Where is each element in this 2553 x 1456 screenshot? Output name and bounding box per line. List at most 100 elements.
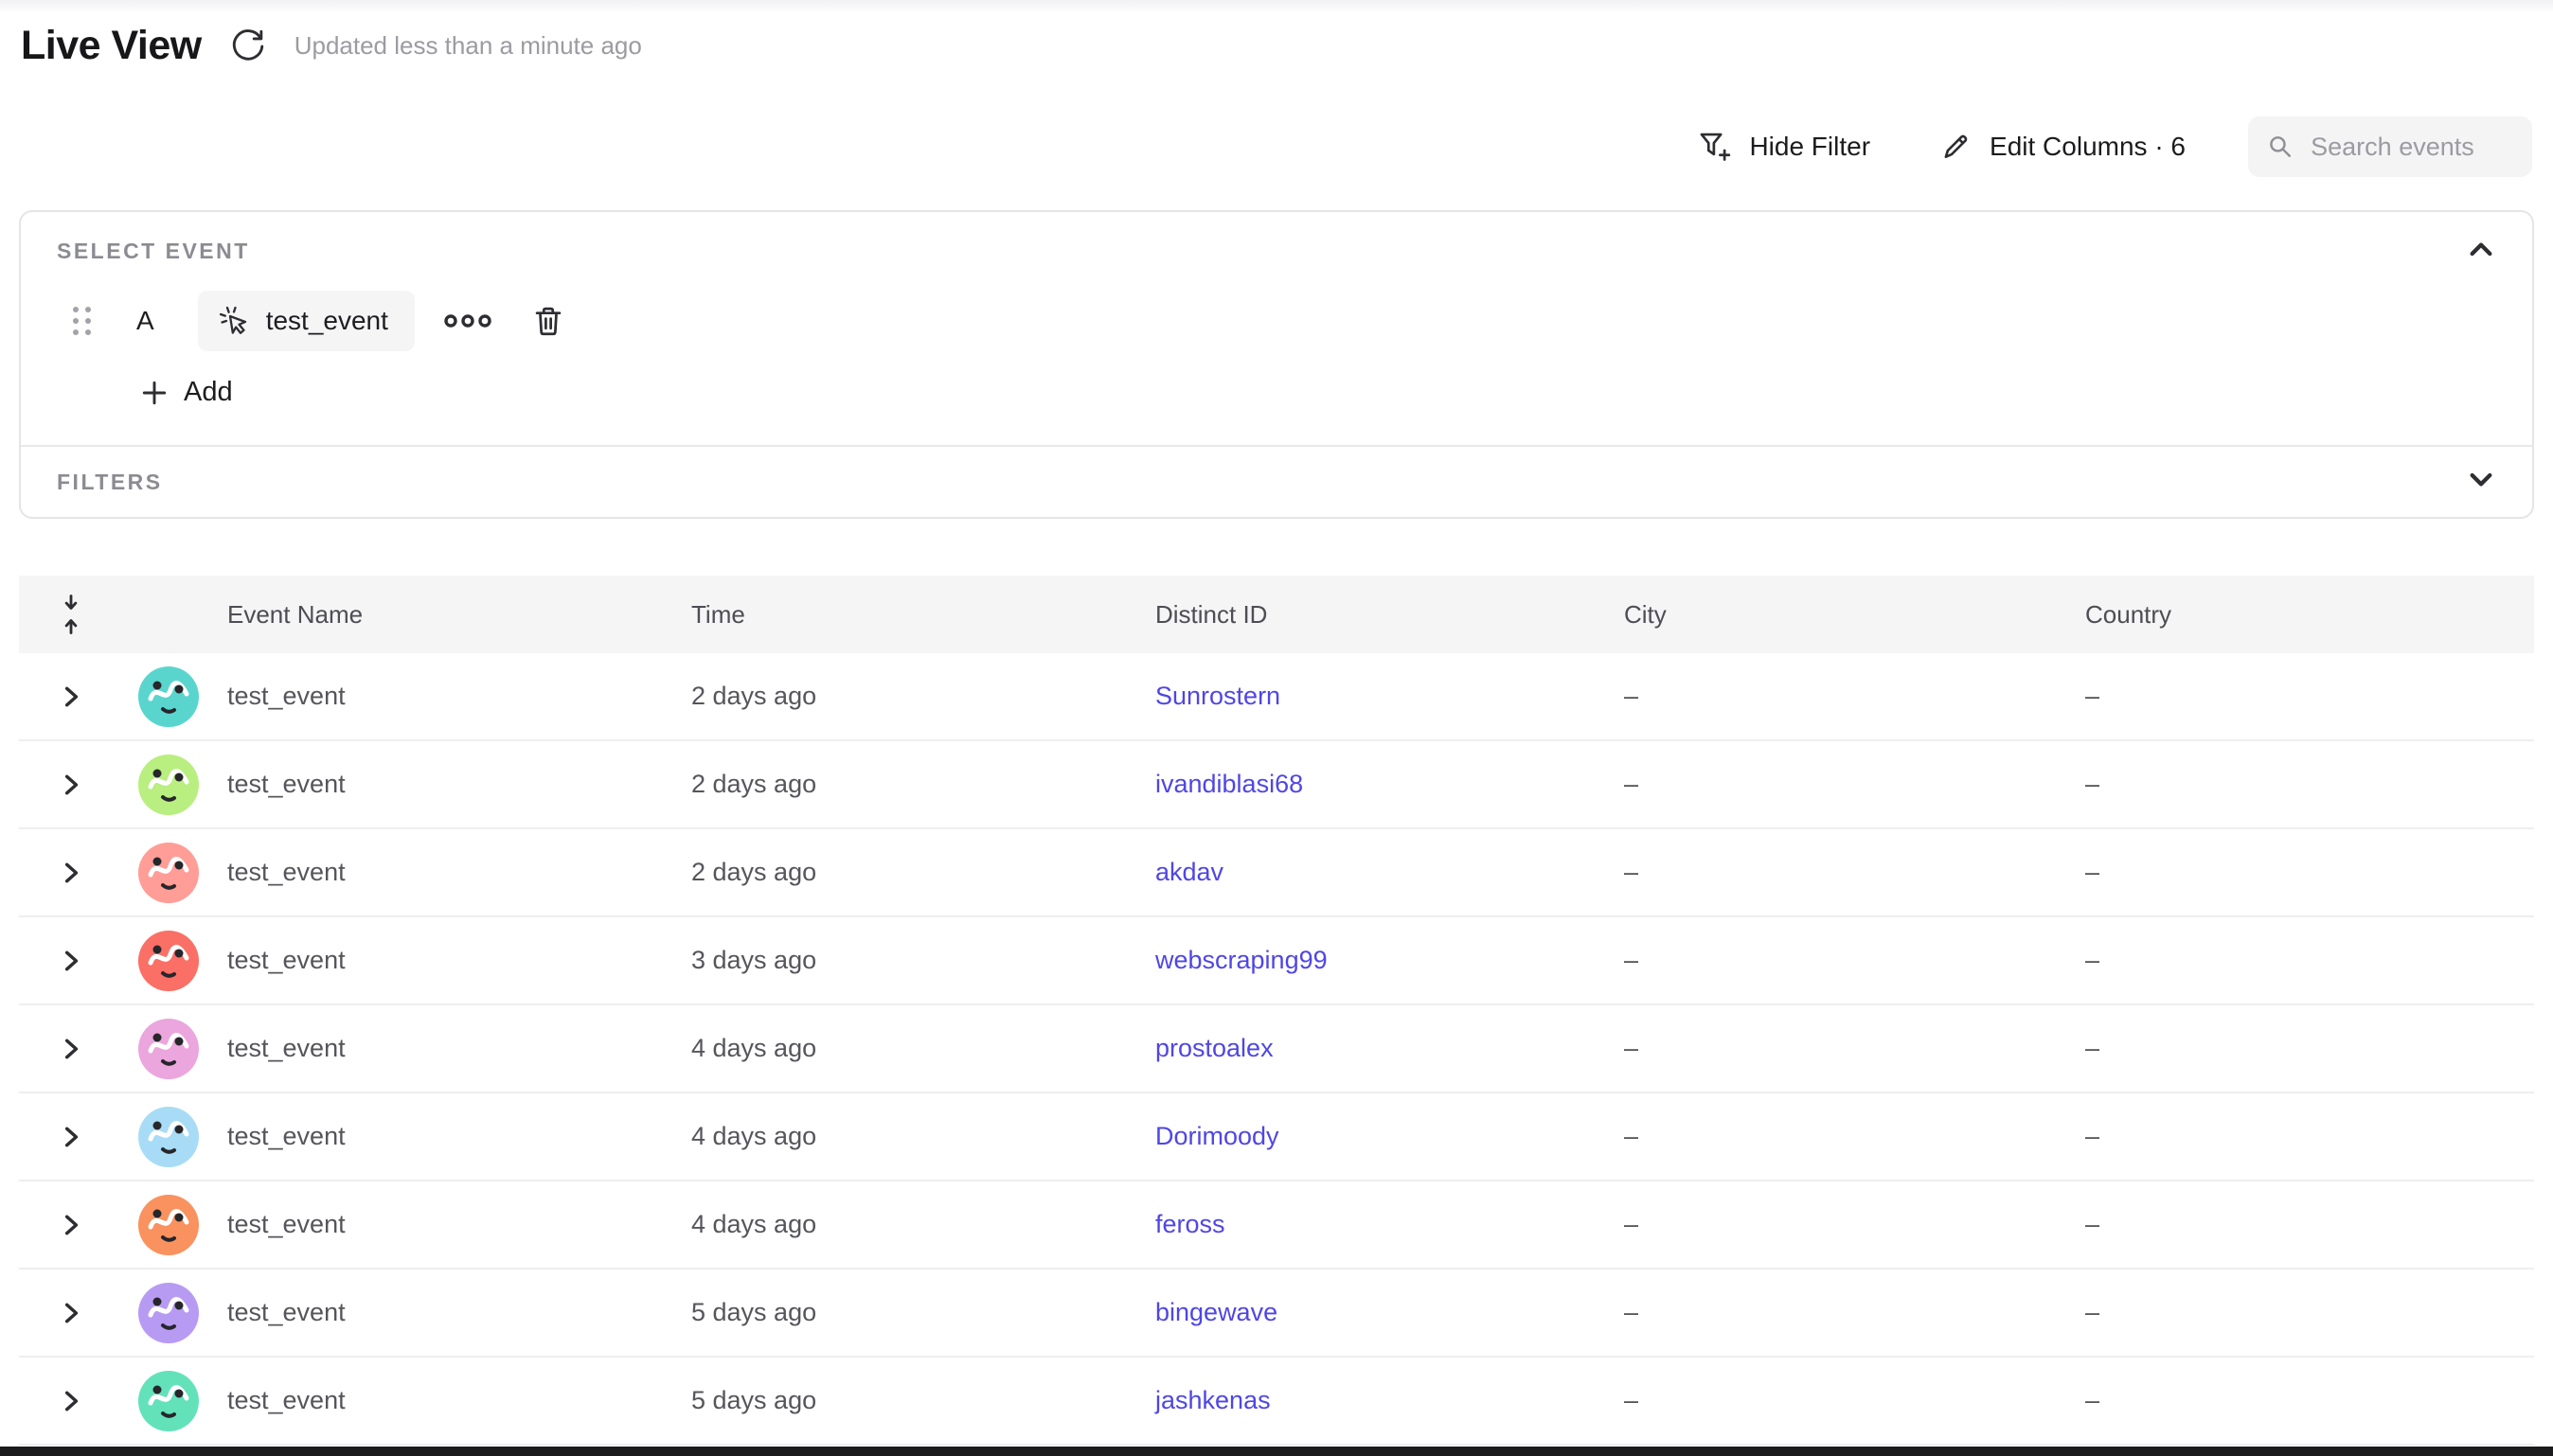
add-label: Add — [184, 377, 233, 408]
chevron-right-icon — [59, 1213, 83, 1237]
city-cell: – — [1605, 858, 2066, 887]
expand-row-button[interactable] — [59, 684, 83, 709]
chevron-right-icon — [59, 949, 83, 973]
table-row[interactable]: test_event 5 days ago jashkenas – – — [19, 1358, 2534, 1446]
city-cell: – — [1605, 1210, 2066, 1239]
avatar-face-icon — [138, 755, 199, 815]
table-row[interactable]: test_event 2 days ago ivandiblasi68 – – — [19, 741, 2534, 829]
table-row[interactable]: test_event 4 days ago prostoalex – – — [19, 1005, 2534, 1093]
expand-row-button[interactable] — [59, 861, 83, 885]
hide-filter-label: Hide Filter — [1749, 132, 1870, 162]
city-cell: – — [1605, 1122, 2066, 1151]
page-header: Live View Updated less than a minute ago — [21, 23, 642, 69]
chevron-right-icon — [59, 1301, 83, 1325]
time-cell: 5 days ago — [672, 1386, 1136, 1415]
avatar-face-icon — [138, 1371, 199, 1431]
distinct-id-link[interactable]: bingewave — [1155, 1298, 1277, 1326]
event-letter-label: A — [136, 306, 154, 336]
time-cell: 4 days ago — [672, 1122, 1136, 1151]
country-cell: – — [2066, 1210, 2534, 1239]
distinct-id-link[interactable]: Dorimoody — [1155, 1122, 1279, 1150]
expand-row-button[interactable] — [59, 1125, 83, 1149]
search-events-box[interactable] — [2248, 116, 2532, 177]
column-header-city: City — [1605, 600, 2066, 630]
delete-event-button[interactable] — [530, 303, 566, 339]
chevron-up-icon — [2466, 235, 2496, 265]
event-name-cell: test_event — [213, 1210, 672, 1239]
toolbar: Hide Filter Edit Columns · 6 — [1692, 115, 2532, 178]
query-builder-card: SELECT EVENT A test_event — [19, 210, 2534, 519]
table-row[interactable]: test_event 5 days ago bingewave – – — [19, 1270, 2534, 1358]
expand-row-button[interactable] — [59, 949, 83, 973]
table-row[interactable]: test_event 4 days ago Dorimoody – – — [19, 1093, 2534, 1181]
distinct-id-link[interactable]: akdav — [1155, 858, 1223, 886]
select-event-section-label: SELECT EVENT — [57, 239, 250, 264]
country-cell: – — [2066, 1386, 2534, 1415]
event-name-cell: test_event — [213, 682, 672, 711]
chevron-right-icon — [59, 1125, 83, 1149]
country-cell: – — [2066, 1298, 2534, 1327]
city-cell: – — [1605, 1386, 2066, 1415]
time-cell: 2 days ago — [672, 858, 1136, 887]
distinct-id-link[interactable]: webscraping99 — [1155, 946, 1328, 974]
table-row[interactable]: test_event 2 days ago akdav – – — [19, 829, 2534, 917]
collapse-select-event-button[interactable] — [2466, 235, 2496, 265]
avatar — [138, 1107, 199, 1167]
city-cell: – — [1605, 946, 2066, 975]
country-cell: – — [2066, 946, 2534, 975]
city-cell: – — [1605, 682, 2066, 711]
event-select-button[interactable]: test_event — [198, 291, 415, 351]
pencil-icon — [1938, 130, 1973, 164]
cursor-click-icon — [217, 304, 251, 338]
column-header-distinct-id: Distinct ID — [1136, 600, 1605, 630]
edit-columns-button[interactable]: Edit Columns · 6 — [1933, 129, 2191, 165]
chevron-right-icon — [59, 772, 83, 797]
expand-row-button[interactable] — [59, 1213, 83, 1237]
distinct-id-link[interactable]: jashkenas — [1155, 1386, 1271, 1414]
distinct-id-link[interactable]: Sunrostern — [1155, 682, 1280, 710]
chevron-right-icon — [59, 1389, 83, 1413]
city-cell: – — [1605, 1034, 2066, 1063]
refresh-button[interactable] — [228, 27, 268, 66]
country-cell: – — [2066, 770, 2534, 799]
expand-row-button[interactable] — [59, 772, 83, 797]
avatar-face-icon — [138, 931, 199, 991]
table-row[interactable]: test_event 3 days ago webscraping99 – – — [19, 917, 2534, 1005]
expand-row-button[interactable] — [59, 1301, 83, 1325]
avatar — [138, 843, 199, 903]
distinct-id-link[interactable]: ivandiblasi68 — [1155, 770, 1303, 798]
event-name-cell: test_event — [213, 946, 672, 975]
drag-handle-icon[interactable] — [73, 307, 91, 335]
search-events-input[interactable] — [2309, 132, 2513, 163]
city-cell: – — [1605, 1298, 2066, 1327]
avatar — [138, 755, 199, 815]
collapse-all-rows-button[interactable] — [59, 593, 83, 636]
avatar — [138, 1283, 199, 1343]
country-cell: – — [2066, 858, 2534, 887]
event-more-options-button[interactable] — [443, 311, 492, 331]
table-row[interactable]: test_event 4 days ago feross – – — [19, 1181, 2534, 1270]
expand-row-button[interactable] — [59, 1389, 83, 1413]
avatar — [138, 1019, 199, 1079]
event-name-cell: test_event — [213, 770, 672, 799]
city-cell: – — [1605, 770, 2066, 799]
column-header-time: Time — [672, 600, 1136, 630]
add-event-button[interactable]: Add — [134, 376, 239, 409]
hide-filter-button[interactable]: Hide Filter — [1692, 129, 1876, 165]
events-table: Event Name Time Distinct ID City Country… — [19, 576, 2534, 1446]
event-name-cell: test_event — [213, 1386, 672, 1415]
filters-section-label: FILTERS — [57, 470, 163, 495]
card-divider — [21, 445, 2532, 447]
top-edge-strip — [0, 0, 2553, 11]
distinct-id-link[interactable]: prostoalex — [1155, 1034, 1274, 1062]
country-cell: – — [2066, 1122, 2534, 1151]
expand-row-button[interactable] — [59, 1037, 83, 1061]
avatar — [138, 931, 199, 991]
table-row[interactable]: test_event 2 days ago Sunrostern – – — [19, 653, 2534, 741]
chevron-right-icon — [59, 1037, 83, 1061]
time-cell: 2 days ago — [672, 770, 1136, 799]
expand-filters-button[interactable] — [2466, 464, 2496, 494]
column-header-country: Country — [2066, 600, 2534, 630]
distinct-id-link[interactable]: feross — [1155, 1210, 1225, 1238]
updated-status: Updated less than a minute ago — [295, 31, 642, 61]
